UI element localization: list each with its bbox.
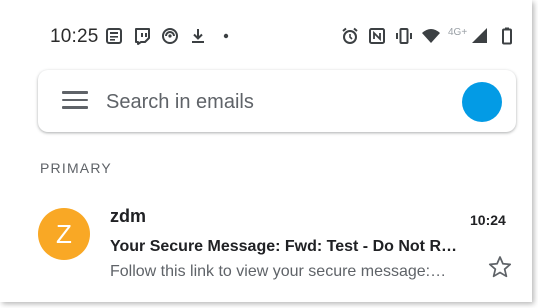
email-subject: Your Secure Message: Fwd: Test - Do Not …	[110, 238, 458, 255]
vibrate-icon	[394, 26, 414, 46]
network-type-label: 4G+	[448, 26, 468, 38]
nfc-icon	[367, 26, 387, 46]
battery-icon	[497, 26, 517, 46]
twitch-icon	[132, 26, 152, 46]
sender-avatar-letter: Z	[56, 218, 72, 249]
email-time: 10:24	[470, 212, 506, 228]
account-avatar[interactable]	[462, 82, 502, 122]
status-bar: 10:25 4G+	[0, 20, 532, 54]
phone-screen: 10:25 4G+ Search in emails PRIMARY Z zdm…	[0, 0, 532, 302]
menu-icon[interactable]	[62, 91, 88, 111]
download-icon	[188, 26, 208, 46]
sync-icon	[160, 26, 180, 46]
system-icons: 4G+	[340, 26, 517, 46]
search-bar[interactable]	[38, 70, 516, 132]
notification-icons	[104, 26, 236, 46]
status-time: 10:25	[50, 26, 99, 47]
signal-icon	[470, 26, 490, 46]
news-icon	[104, 26, 124, 46]
email-sender: zdm	[110, 206, 146, 226]
section-label-primary: PRIMARY	[40, 160, 112, 176]
email-snippet: Follow this link to view your secure mes…	[110, 263, 447, 280]
search-input[interactable]	[104, 86, 438, 118]
star-icon[interactable]	[487, 254, 513, 280]
sender-avatar: Z	[38, 208, 90, 260]
wifi-icon	[421, 26, 441, 46]
email-row[interactable]: Z zdm 10:24 Your Secure Message: Fwd: Te…	[0, 196, 532, 296]
alarm-icon	[340, 26, 360, 46]
dot-icon	[216, 26, 236, 46]
